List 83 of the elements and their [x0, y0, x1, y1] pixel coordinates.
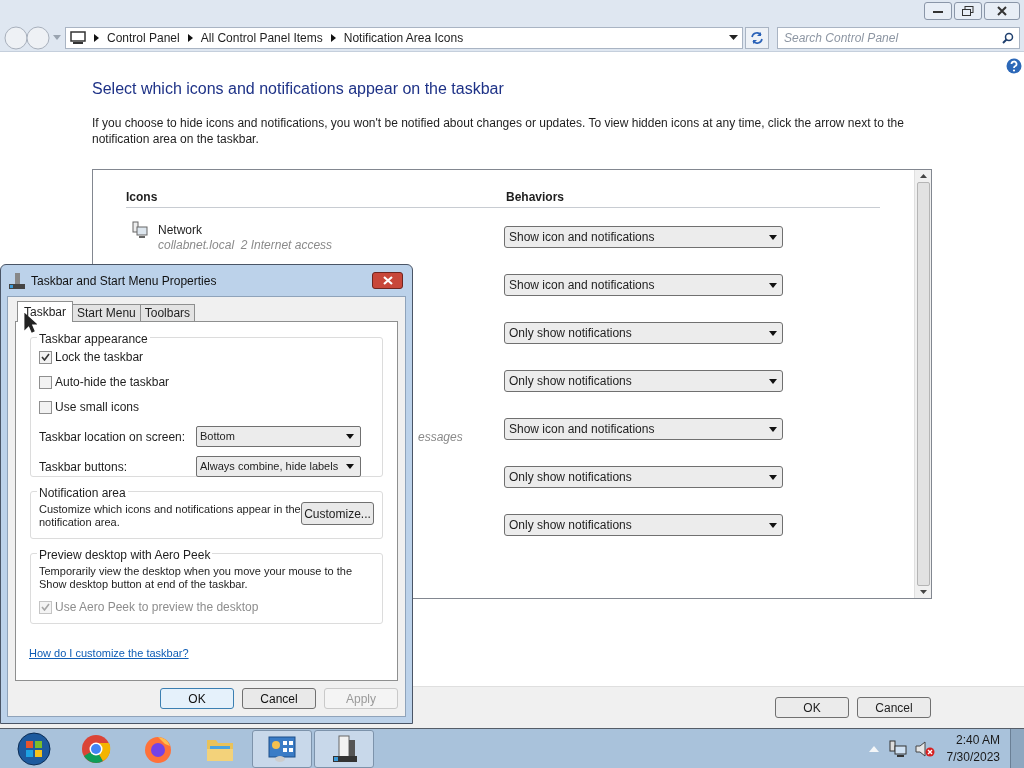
- checkbox-label: Use Aero Peek to preview the desktop: [55, 599, 259, 616]
- tab[interactable]: Start Menu: [72, 304, 141, 322]
- dropdown-arrow-icon: [769, 426, 777, 432]
- chrome-icon: [81, 733, 111, 764]
- column-header: Behaviors: [506, 189, 565, 206]
- dropdown-arrow-icon: [769, 282, 777, 288]
- refresh-icon: [750, 30, 764, 45]
- dialog-button[interactable]: OK: [775, 697, 849, 718]
- restore-button[interactable]: [954, 2, 982, 20]
- close-icon: [997, 6, 1007, 16]
- minimize-icon: [933, 9, 943, 13]
- restore-icon: [962, 6, 974, 16]
- breadcrumb-item[interactable]: All Control Panel Items: [200, 28, 323, 47]
- dropdown-arrow-icon: [769, 378, 777, 384]
- behavior-dropdown[interactable]: Only show notifications: [504, 514, 783, 536]
- field-label: Taskbar buttons:: [39, 458, 129, 476]
- control-panel-icon: [267, 733, 297, 764]
- dropdown[interactable]: Bottom: [196, 426, 361, 447]
- breadcrumb-arrow-icon[interactable]: [94, 33, 99, 42]
- checkbox-label: Use small icons: [55, 399, 140, 416]
- close-button[interactable]: [372, 272, 403, 289]
- dialog-button[interactable]: Cancel: [857, 697, 931, 718]
- minimize-button[interactable]: [924, 2, 952, 20]
- address-bar[interactable]: Control Panel All Control Panel Items Notification Area Icons: [65, 26, 743, 49]
- behavior-dropdown[interactable]: Show icon and notifications: [504, 226, 783, 248]
- breadcrumb-item[interactable]: Notification Area Icons: [343, 28, 464, 47]
- dropdown-arrow-icon: [769, 234, 777, 240]
- behavior-dropdown[interactable]: Only show notifications: [504, 322, 783, 344]
- dropdown-arrow-icon: [346, 434, 354, 439]
- page-heading: Select which icons and notifications appear on the taskbar: [92, 79, 505, 99]
- behavior-dropdown[interactable]: Show icon and notifications: [504, 274, 783, 296]
- dialog-title: Taskbar and Start Menu Properties: [31, 272, 217, 290]
- column-header: Icons: [126, 189, 159, 206]
- search-field[interactable]: Search Control Panel: [777, 26, 1020, 49]
- dialog-button: Apply: [324, 688, 398, 709]
- help-link[interactable]: How do I customize the taskbar?: [29, 645, 189, 662]
- help-icon[interactable]: [1006, 58, 1022, 74]
- clock-time[interactable]: 2:40 AM: [955, 731, 1000, 749]
- customize-button[interactable]: Customize...: [301, 502, 374, 525]
- dropdown-arrow-icon: [769, 474, 777, 480]
- taskbar-button[interactable]: [252, 729, 312, 768]
- checkbox-label: Auto-hide the taskbar: [55, 374, 170, 391]
- checkbox-label: Lock the taskbar: [55, 349, 144, 366]
- close-icon: [382, 276, 393, 285]
- group-text: Customize which icons and notifications appear in the notification area.: [39, 503, 301, 529]
- behavior-dropdown[interactable]: Only show notifications: [504, 466, 783, 488]
- dropdown-arrow-icon: [346, 464, 354, 469]
- taskbar-properties-icon: [9, 272, 25, 289]
- tab[interactable]: Taskbar: [17, 301, 74, 322]
- group-text: Temporarily view the desktop when you move your mouse to the Show desktop button at end of the taskbar.: [39, 565, 354, 591]
- checkbox[interactable]: [39, 400, 52, 414]
- scroll-down-icon[interactable]: [919, 590, 927, 594]
- tab[interactable]: Toolbars: [139, 304, 196, 322]
- dropdown-arrow-icon[interactable]: [729, 34, 738, 41]
- muted-speaker-icon[interactable]: [914, 739, 935, 758]
- close-button[interactable]: [984, 2, 1020, 20]
- dialog-button[interactable]: Cancel: [242, 688, 316, 709]
- icon-name: Network: [158, 223, 203, 238]
- search-icon[interactable]: [1002, 31, 1014, 44]
- refresh-button[interactable]: [745, 26, 769, 49]
- behavior-dropdown[interactable]: Show icon and notifications: [504, 418, 783, 440]
- network-icon[interactable]: [888, 739, 907, 758]
- computer-icon: [70, 30, 86, 45]
- description-text: If you choose to hide icons and notifications, you won't be notified about changes or updates. To view hidden icons at any time, click the arrow next to the notification area on the taskbar.: [92, 115, 905, 147]
- checkbox[interactable]: [39, 350, 52, 364]
- dropdown[interactable]: Always combine, hide labels: [196, 456, 361, 477]
- network-icon: [132, 221, 148, 239]
- dialog-button[interactable]: OK: [160, 688, 234, 709]
- windows-orb-icon: [17, 731, 51, 766]
- dropdown-arrow-icon: [769, 330, 777, 336]
- scrollbar[interactable]: [914, 170, 931, 598]
- taskbar-button[interactable]: [314, 729, 374, 768]
- breadcrumb-arrow-icon[interactable]: [330, 33, 336, 42]
- field-label: Taskbar location on screen:: [39, 428, 187, 446]
- icon-description: collabnet.local 2 Internet access: [158, 238, 333, 253]
- behavior-dropdown[interactable]: Only show notifications: [504, 370, 783, 392]
- dropdown-arrow-icon: [769, 522, 777, 528]
- breadcrumb-arrow-icon[interactable]: [187, 33, 193, 42]
- breadcrumb-item[interactable]: Control Panel: [107, 28, 180, 47]
- checkbox[interactable]: [39, 375, 52, 389]
- icon-description: essages: [418, 429, 463, 446]
- scroll-up-icon[interactable]: [919, 174, 927, 178]
- clock-date[interactable]: 7/30/2023: [946, 748, 1000, 766]
